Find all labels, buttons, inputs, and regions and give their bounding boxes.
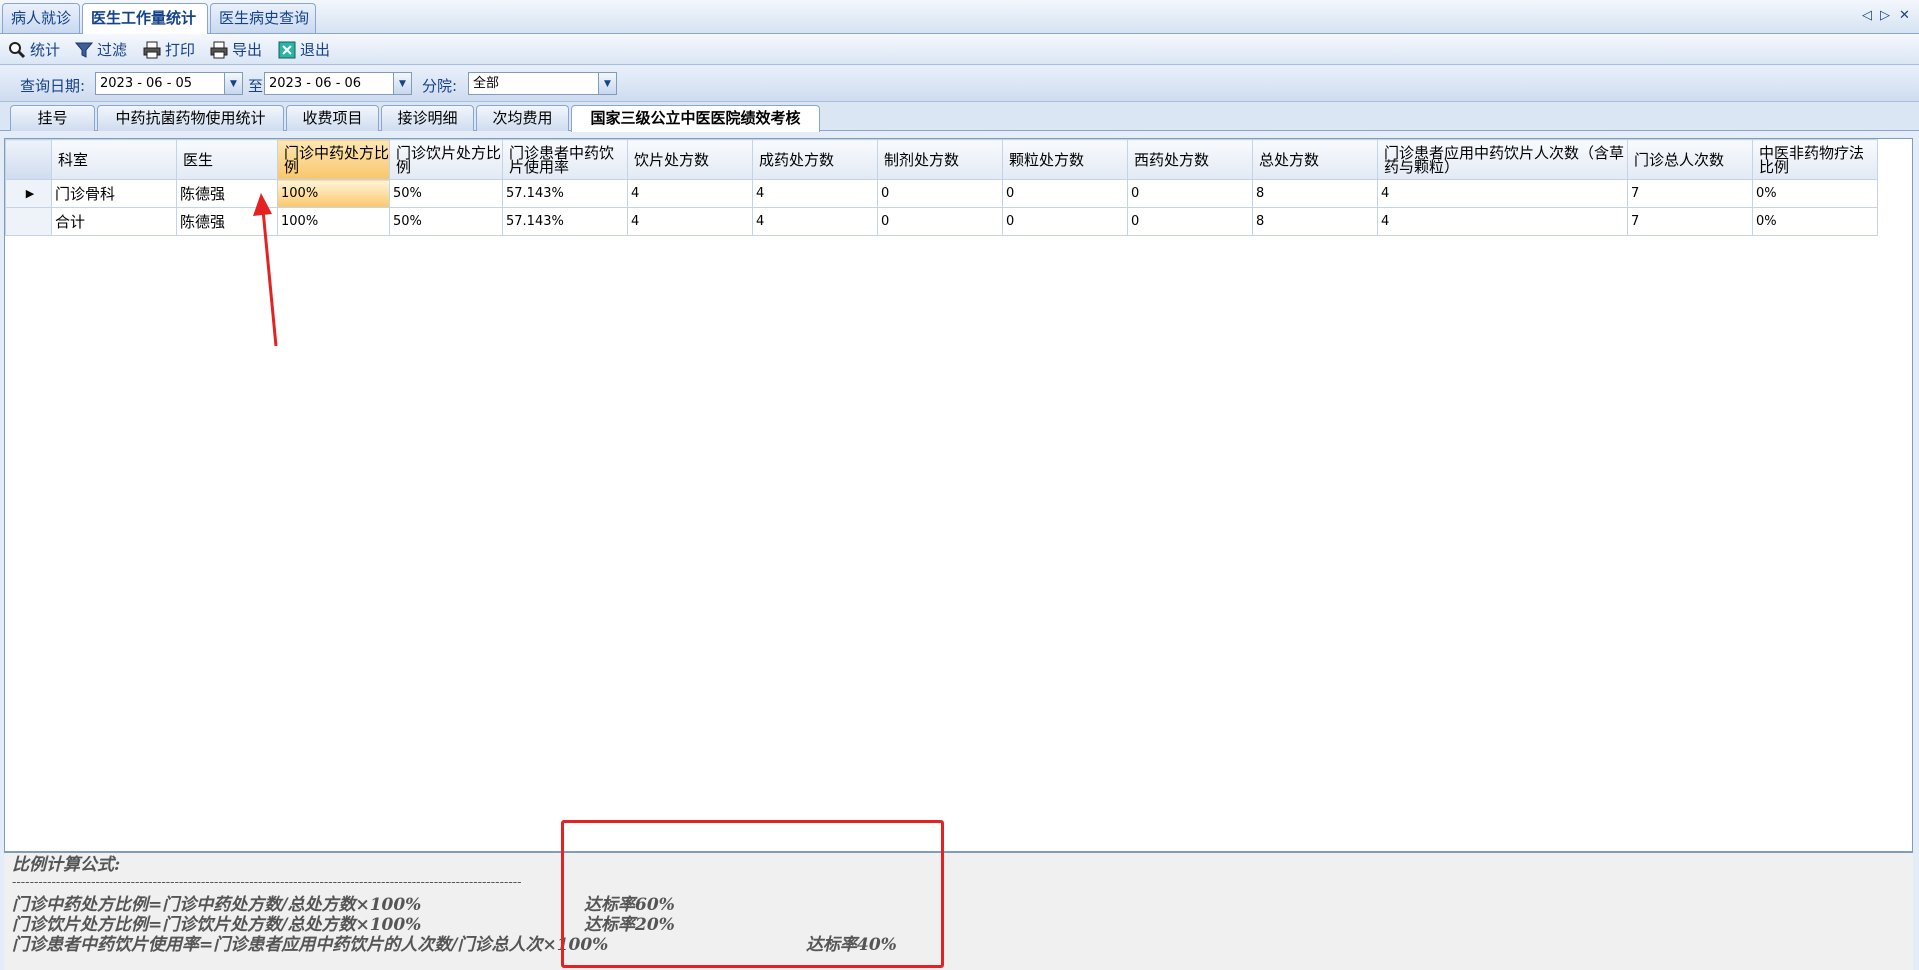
filter-button[interactable]: 过滤 xyxy=(75,38,127,61)
col-header-total-visits[interactable]: 门诊总人次数 xyxy=(1627,139,1753,180)
cell-decoction-patient-visits[interactable]: 4 xyxy=(1377,179,1628,208)
exit-label: 退出 xyxy=(300,41,331,59)
cell-decoction-rx-count[interactable]: 4 xyxy=(627,207,753,236)
branch-select[interactable]: 全部 xyxy=(468,72,617,95)
col-header-decoction-patient-visits[interactable]: 门诊患者应用中药饮片人次数（含草药与颗粒） xyxy=(1377,139,1628,180)
date-to-field[interactable]: 2023 - 06 - 06 xyxy=(264,72,412,95)
cell-decoction-rx-ratio[interactable]: 50% xyxy=(389,207,503,236)
col-header-dept[interactable]: 科室 xyxy=(51,139,177,180)
col-header-preparation-rx-count[interactable]: 制剂处方数 xyxy=(877,139,1003,180)
tab-close-icon[interactable]: ✕ xyxy=(1899,8,1910,23)
cell-western-rx-count[interactable]: 0 xyxy=(1127,207,1253,236)
date-from-field[interactable]: 2023 - 06 - 05 xyxy=(95,72,243,95)
row-indicator[interactable]: ▶ xyxy=(5,179,52,208)
cell-tcm-rx-ratio[interactable]: 100% xyxy=(277,179,390,208)
cell-granule-rx-count[interactable]: 0 xyxy=(1002,207,1128,236)
cell-doctor[interactable]: 陈德强 xyxy=(176,179,278,208)
formula-line-decoction-usage: 门诊患者中药饮片使用率=门诊患者应用中药饮片的人次数/门诊总人次×100% xyxy=(12,935,609,955)
cell-doctor[interactable]: 陈德强 xyxy=(176,207,278,236)
col-header-doctor[interactable]: 医生 xyxy=(176,139,278,180)
col-header-granule-rx-count[interactable]: 颗粒处方数 xyxy=(1002,139,1128,180)
export-button[interactable]: 导出 xyxy=(210,38,262,61)
formula-line-tcm-rx: 门诊中药处方比例=门诊中药处方数/总处方数×100% xyxy=(12,895,422,915)
col-header-decoction-usage-rate[interactable]: 门诊患者中药饮片使用率 xyxy=(502,139,628,180)
formula-panel: 比例计算公式: --------------------------------… xyxy=(4,852,1913,970)
date-to-label: 至 xyxy=(248,77,264,95)
formula-rate-decoction-rx: 达标率20% xyxy=(584,915,675,935)
branch-dropdown-icon[interactable]: ▼ xyxy=(598,73,616,94)
col-header-tcm-rx-ratio[interactable]: 门诊中药处方比例 xyxy=(277,139,390,180)
printer-icon xyxy=(143,41,161,58)
query-bar: 查询日期: 2023 - 06 - 05 ▼ 至 2023 - 06 - 06 … xyxy=(0,66,1919,102)
cell-dept[interactable]: 门诊骨科 xyxy=(51,179,177,208)
table-row[interactable]: ▶ 门诊骨科 陈德强 100% 50% 57.143% 4 4 0 0 0 8 … xyxy=(5,179,1878,208)
cell-nondrug-therapy-ratio[interactable]: 0% xyxy=(1752,207,1878,236)
cell-total-visits[interactable]: 7 xyxy=(1627,207,1753,236)
date-from-dropdown-icon[interactable]: ▼ xyxy=(224,73,242,94)
funnel-icon xyxy=(75,42,93,58)
tab-charge-items[interactable]: 收费项目 xyxy=(286,105,379,131)
cell-western-rx-count[interactable]: 0 xyxy=(1127,179,1253,208)
formula-title: 比例计算公式: xyxy=(12,855,121,875)
formula-rate-tcm-rx: 达标率60% xyxy=(584,895,675,915)
tab-average-cost[interactable]: 次均费用 xyxy=(476,105,569,131)
stats-button[interactable]: 统计 xyxy=(8,38,60,61)
assessment-table: 科室 医生 门诊中药处方比例 门诊饮片处方比例 门诊患者中药饮片使用率 饮片处方… xyxy=(5,139,1878,236)
cell-decoction-patient-visits[interactable]: 4 xyxy=(1377,207,1628,236)
col-header-decoction-rx-ratio[interactable]: 门诊饮片处方比例 xyxy=(389,139,503,180)
cell-total-rx-count[interactable]: 8 xyxy=(1252,179,1378,208)
cell-preparation-rx-count[interactable]: 0 xyxy=(877,179,1003,208)
filter-label: 过滤 xyxy=(97,41,128,59)
cell-decoction-usage-rate[interactable]: 57.143% xyxy=(502,179,628,208)
tab-prev-icon[interactable]: ◁ xyxy=(1862,8,1872,23)
tab-tcm-antibiotics[interactable]: 中药抗菌药物使用统计 xyxy=(97,105,284,131)
cell-dept[interactable]: 合计 xyxy=(51,207,177,236)
col-header-decoction-rx-count[interactable]: 饮片处方数 xyxy=(627,139,753,180)
cell-total-rx-count[interactable]: 8 xyxy=(1252,207,1378,236)
report-tab-bar: 挂号 中药抗菌药物使用统计 收费项目 接诊明细 次均费用 国家三级公立中医医院绩… xyxy=(0,102,1919,132)
export-label: 导出 xyxy=(232,41,263,59)
formula-rate-decoction-usage: 达标率40% xyxy=(806,935,897,955)
exit-icon xyxy=(278,41,296,58)
cell-nondrug-therapy-ratio[interactable]: 0% xyxy=(1752,179,1878,208)
col-header-patent-rx-count[interactable]: 成药处方数 xyxy=(752,139,878,180)
tab-tcm-hospital-assessment[interactable]: 国家三级公立中医医院绩效考核 xyxy=(571,105,820,132)
date-to-dropdown-icon[interactable]: ▼ xyxy=(393,73,411,94)
cell-decoction-rx-ratio[interactable]: 50% xyxy=(389,179,503,208)
table-row[interactable]: 合计 陈德强 100% 50% 57.143% 4 4 0 0 0 8 4 7 … xyxy=(5,207,1878,236)
magnifier-icon xyxy=(9,41,26,58)
tab-visit-details[interactable]: 接诊明细 xyxy=(381,105,474,131)
col-header-total-rx-count[interactable]: 总处方数 xyxy=(1252,139,1378,180)
tab-next-icon[interactable]: ▷ xyxy=(1880,8,1890,23)
cell-decoction-rx-count[interactable]: 4 xyxy=(627,179,753,208)
print-label: 打印 xyxy=(165,41,196,59)
cell-patent-rx-count[interactable]: 4 xyxy=(752,179,878,208)
row-indicator[interactable] xyxy=(5,207,52,236)
toolbar: 统计 过滤 打印 导出 退出 xyxy=(0,34,1919,65)
cell-patent-rx-count[interactable]: 4 xyxy=(752,207,878,236)
col-header-nondrug-therapy-ratio[interactable]: 中医非药物疗法比例 xyxy=(1752,139,1878,180)
print-button[interactable]: 打印 xyxy=(143,38,195,61)
data-grid[interactable]: 科室 医生 门诊中药处方比例 门诊饮片处方比例 门诊患者中药饮片使用率 饮片处方… xyxy=(4,138,1913,852)
cell-preparation-rx-count[interactable]: 0 xyxy=(877,207,1003,236)
doc-tab-doctor-history[interactable]: 医生病史查询 xyxy=(210,3,316,33)
formula-line-decoction-rx: 门诊饮片处方比例=门诊饮片处方数/总处方数×100% xyxy=(12,915,422,935)
cell-granule-rx-count[interactable]: 0 xyxy=(1002,179,1128,208)
stats-label: 统计 xyxy=(30,41,61,59)
cell-total-visits[interactable]: 7 xyxy=(1627,179,1753,208)
document-tab-bar: 病人就诊 医生工作量统计 医生病史查询 ◁ ▷ ✕ xyxy=(0,0,1919,34)
cell-decoction-usage-rate[interactable]: 57.143% xyxy=(502,207,628,236)
formula-separator: ----------------------------------------… xyxy=(12,875,522,890)
printer-export-icon xyxy=(210,41,228,58)
grid-corner[interactable] xyxy=(5,139,52,180)
exit-button[interactable]: 退出 xyxy=(278,38,330,61)
branch-label: 分院: xyxy=(422,77,458,95)
doc-tab-patient-visit[interactable]: 病人就诊 xyxy=(2,3,80,33)
col-header-western-rx-count[interactable]: 西药处方数 xyxy=(1127,139,1253,180)
query-date-label: 查询日期: xyxy=(20,77,86,95)
tab-registration[interactable]: 挂号 xyxy=(10,105,95,131)
doc-tab-doctor-workload[interactable]: 医生工作量统计 xyxy=(82,3,208,34)
cell-tcm-rx-ratio[interactable]: 100% xyxy=(277,207,390,236)
